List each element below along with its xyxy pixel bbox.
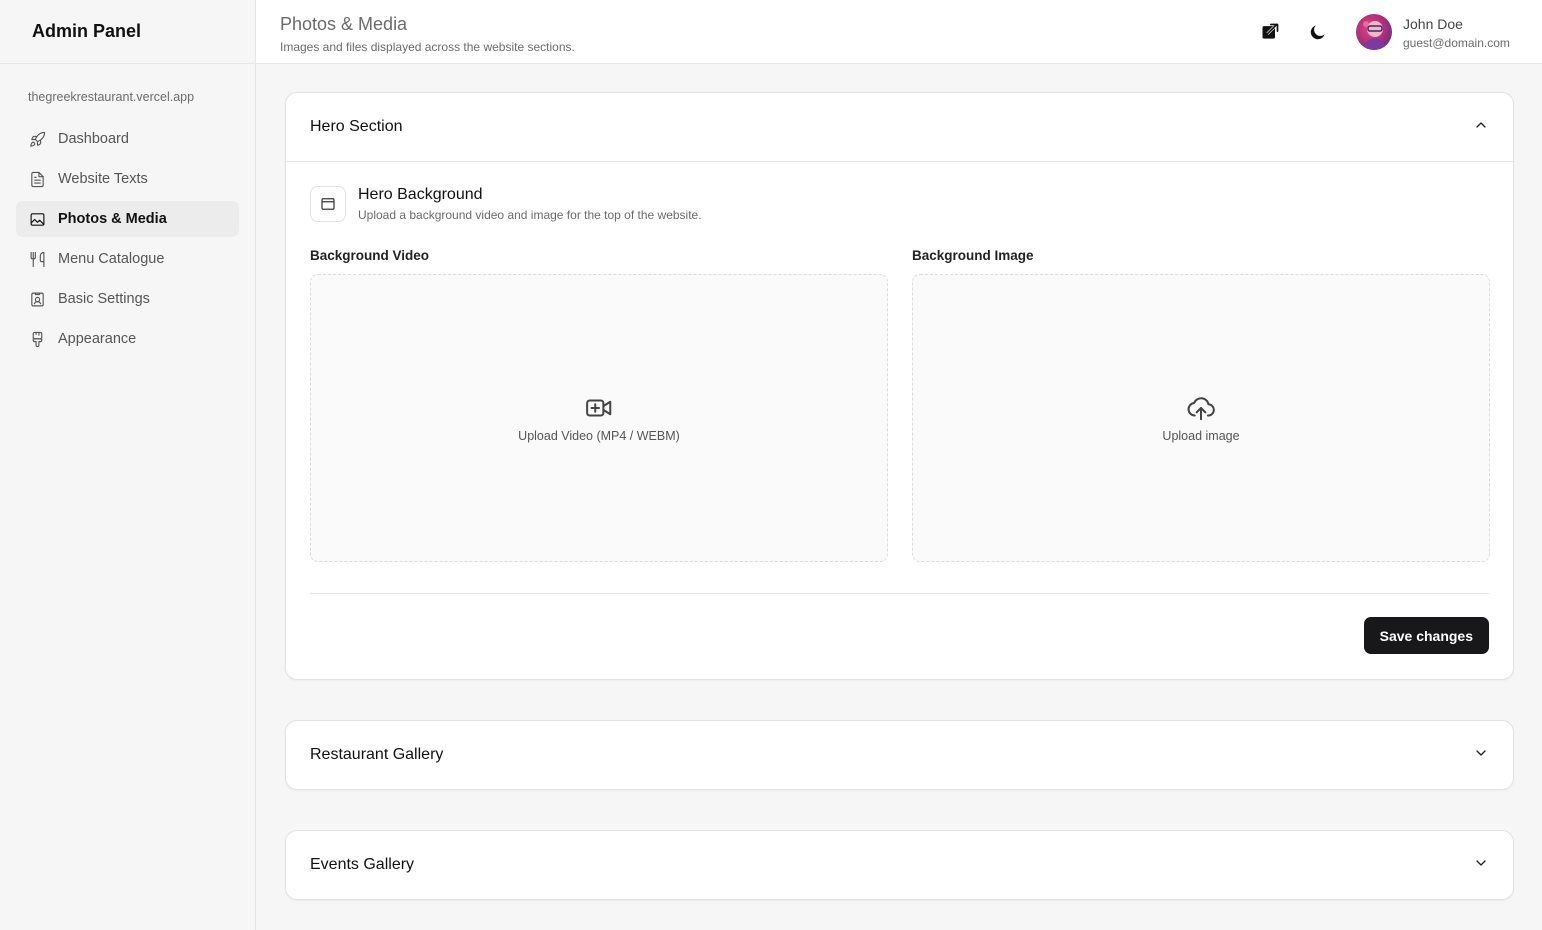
restaurant-gallery-header[interactable]: Restaurant Gallery xyxy=(286,721,1513,789)
events-gallery-title: Events Gallery xyxy=(310,856,415,873)
sidebar-item-website-texts[interactable]: Website Texts xyxy=(16,161,239,197)
video-upload-dropzone[interactable]: Upload Video (MP4 / WEBM) xyxy=(310,274,888,562)
sidebar-item-label: Website Texts xyxy=(58,171,148,187)
avatar[interactable] xyxy=(1356,14,1392,50)
sidebar-item-label: Menu Catalogue xyxy=(58,251,165,267)
sidebar-nav: Dashboard Website Texts Photos & Media M… xyxy=(0,121,255,357)
restaurant-gallery-card: Restaurant Gallery xyxy=(285,720,1514,790)
user-email: guest@domain.com xyxy=(1403,36,1510,50)
events-gallery-header[interactable]: Events Gallery xyxy=(286,831,1513,899)
external-link-button[interactable] xyxy=(1258,20,1282,44)
video-plus-icon xyxy=(586,399,612,417)
background-video-label: Background Video xyxy=(310,248,430,263)
page-subtitle: Images and files displayed across the we… xyxy=(280,40,575,54)
image-icon xyxy=(28,210,46,228)
page-title: Photos & Media xyxy=(280,14,408,34)
site-url: thegreekrestaurant.vercel.app xyxy=(28,90,195,104)
cloud-upload-icon xyxy=(1187,397,1215,421)
hero-section-header[interactable]: Hero Section xyxy=(286,93,1513,161)
hero-background-header: Hero Background Upload a background vide… xyxy=(310,186,702,222)
save-changes-button[interactable]: Save changes xyxy=(1363,617,1489,654)
avatar-image xyxy=(1363,21,1386,50)
panel-top-icon xyxy=(310,186,346,222)
events-gallery-card: Events Gallery xyxy=(285,830,1514,900)
hero-background-description: Upload a background video and image for … xyxy=(358,208,702,222)
restaurant-gallery-title: Restaurant Gallery xyxy=(310,746,444,763)
sidebar-item-label: Basic Settings xyxy=(58,291,150,307)
external-link-icon xyxy=(1262,23,1279,39)
sidebar-item-label: Dashboard xyxy=(58,131,129,147)
chevron-down-icon[interactable] xyxy=(1473,855,1489,876)
rocket-icon xyxy=(28,130,46,148)
image-upload-dropzone[interactable]: Upload image xyxy=(912,274,1490,562)
brush-icon xyxy=(28,330,46,348)
hero-background-title: Hero Background xyxy=(358,186,483,203)
sidebar-item-label: Appearance xyxy=(58,331,137,347)
background-image-label: Background Image xyxy=(912,248,1034,263)
footer-divider xyxy=(310,593,1489,594)
chevron-up-icon[interactable] xyxy=(1473,117,1489,138)
sidebar-item-photos-media[interactable]: Photos & Media xyxy=(16,201,239,237)
sidebar-item-label: Photos & Media xyxy=(58,211,167,227)
sidebar: Admin Panel thegreekrestaurant.vercel.ap… xyxy=(0,0,256,930)
user-name: John Doe xyxy=(1403,16,1463,32)
sidebar-item-appearance[interactable]: Appearance xyxy=(16,321,239,357)
top-header: Photos & Media Images and files displaye… xyxy=(256,0,1542,64)
moon-icon xyxy=(1310,25,1325,40)
theme-toggle-button[interactable] xyxy=(1306,20,1330,44)
section-divider xyxy=(286,161,1513,162)
sidebar-item-dashboard[interactable]: Dashboard xyxy=(16,121,239,157)
image-upload-text: Upload image xyxy=(1162,429,1240,443)
utensils-icon xyxy=(28,250,46,268)
brand-title: Admin Panel xyxy=(0,0,255,64)
video-upload-text: Upload Video (MP4 / WEBM) xyxy=(518,429,680,443)
document-icon xyxy=(28,170,46,188)
hero-section-title: Hero Section xyxy=(310,118,403,135)
sidebar-item-basic-settings[interactable]: Basic Settings xyxy=(16,281,239,317)
chevron-down-icon[interactable] xyxy=(1473,745,1489,766)
sidebar-item-menu-catalogue[interactable]: Menu Catalogue xyxy=(16,241,239,277)
settings-badge-icon xyxy=(28,290,46,308)
hero-section-card: Hero Section Hero Background Upload a ba… xyxy=(285,92,1514,680)
